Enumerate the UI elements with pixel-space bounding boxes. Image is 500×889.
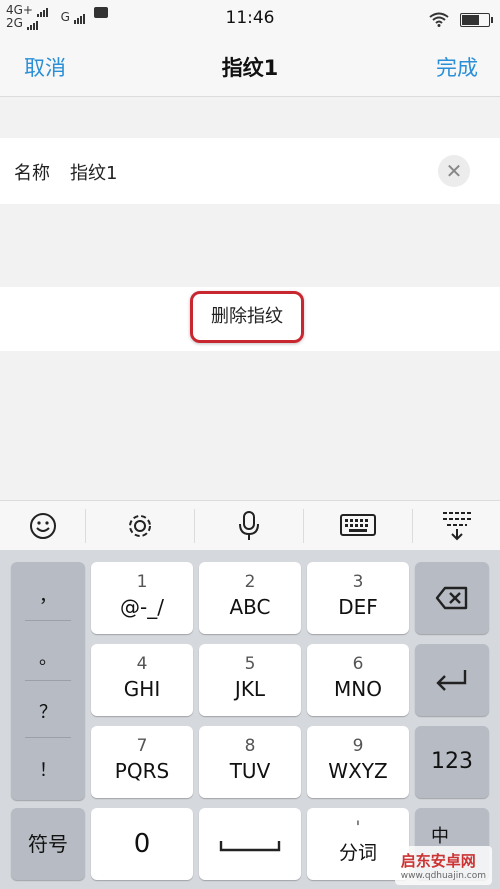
clock: 11:46 bbox=[225, 8, 275, 28]
space-key[interactable] bbox=[199, 808, 301, 880]
key-5[interactable]: 5 JKL bbox=[199, 644, 301, 716]
segment-key[interactable]: ' 分词 bbox=[307, 808, 409, 880]
punct-key-period[interactable]: 。 bbox=[11, 644, 85, 670]
settings-icon[interactable] bbox=[86, 501, 194, 551]
hide-keyboard-icon[interactable] bbox=[413, 501, 500, 551]
keyboard: ， 。 ？ ！ 1 @-_/ 2 ABC 3 DEF 4 GHI 5 JKL 6… bbox=[0, 550, 500, 889]
key-6[interactable]: 6 MNO bbox=[307, 644, 409, 716]
key-7[interactable]: 7 PQRS bbox=[91, 726, 193, 798]
key-8[interactable]: 8 TUV bbox=[199, 726, 301, 798]
key-3[interactable]: 3 DEF bbox=[307, 562, 409, 634]
backspace-key[interactable] bbox=[415, 562, 489, 634]
name-label: 名称 bbox=[14, 163, 50, 184]
done-button[interactable]: 完成 bbox=[436, 52, 478, 82]
clear-icon[interactable]: ✕ bbox=[438, 155, 470, 187]
punct-key-question[interactable]: ？ bbox=[11, 698, 85, 724]
keyboard-icon[interactable] bbox=[304, 501, 412, 551]
symbols-key[interactable]: 符号 bbox=[11, 808, 85, 880]
key-1[interactable]: 1 @-_/ bbox=[91, 562, 193, 634]
punct-key-exclaim[interactable]: ！ bbox=[11, 756, 85, 782]
navigation-bar: 取消 指纹1 完成 bbox=[0, 36, 500, 97]
enter-key[interactable] bbox=[415, 644, 489, 716]
delete-row: 删除指纹 bbox=[0, 287, 500, 351]
name-row: 名称 指纹1 ✕ bbox=[0, 138, 500, 204]
space-icon bbox=[219, 841, 281, 852]
key-2[interactable]: 2 ABC bbox=[199, 562, 301, 634]
emoji-icon[interactable] bbox=[0, 501, 85, 551]
watermark: 启东安卓网 www.qdhuajin.com bbox=[394, 846, 492, 885]
punct-key-comma[interactable]: ， bbox=[11, 582, 85, 608]
battery-icon bbox=[460, 12, 493, 27]
page-title: 指纹1 bbox=[221, 56, 279, 80]
delete-fingerprint-button[interactable]: 删除指纹 bbox=[190, 291, 304, 343]
key-9[interactable]: 9 WXYZ bbox=[307, 726, 409, 798]
microphone-icon[interactable] bbox=[195, 501, 303, 551]
enter-icon bbox=[436, 670, 467, 691]
numbers-key[interactable]: 123 bbox=[415, 726, 489, 798]
keyboard-toolbar bbox=[0, 500, 500, 551]
wifi-icon bbox=[429, 12, 449, 27]
key-4[interactable]: 4 GHI bbox=[91, 644, 193, 716]
backspace-icon bbox=[435, 586, 468, 610]
name-input[interactable]: 指纹1 bbox=[70, 159, 117, 185]
status-bar: 4G+ 2G G 11:46 bbox=[0, 0, 500, 36]
punctuation-column: ， 。 ？ ！ bbox=[11, 562, 85, 800]
key-0[interactable]: 0 bbox=[91, 808, 193, 880]
